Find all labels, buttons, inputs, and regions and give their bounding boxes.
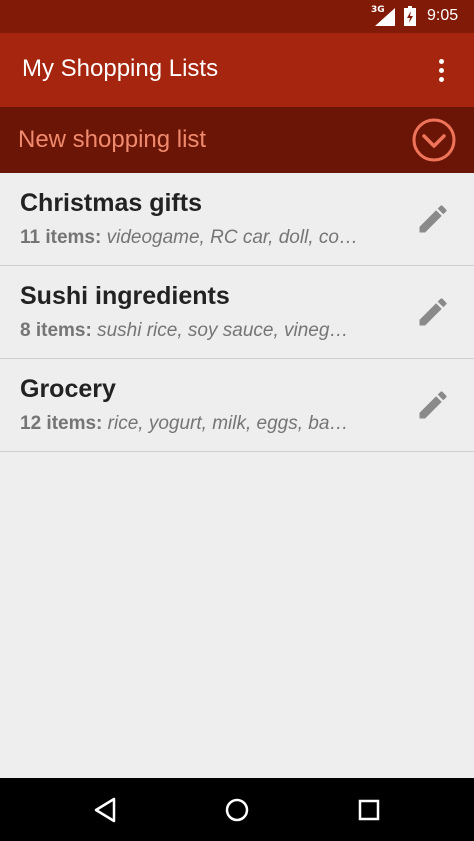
- list-summary: 8 items: sushi rice, soy sauce, vineg…: [20, 320, 375, 342]
- check-circle-icon[interactable]: [411, 117, 457, 163]
- item-preview: sushi rice, soy sauce, vineg…: [97, 320, 349, 341]
- list-item[interactable]: Christmas gifts 11 items: videogame, RC …: [0, 173, 474, 266]
- status-time: 9:05: [427, 7, 459, 24]
- item-count: 12 items:: [20, 413, 103, 434]
- pencil-icon[interactable]: [415, 201, 451, 237]
- list-name: Sushi ingredients: [20, 282, 230, 310]
- home-circle-icon[interactable]: [221, 794, 253, 826]
- item-count: 8 items:: [20, 320, 92, 341]
- navigation-bar: [0, 778, 474, 841]
- more-vert-icon-dot: [439, 77, 444, 82]
- new-list-bar: [0, 107, 474, 173]
- page-title: My Shopping Lists: [22, 55, 219, 82]
- overflow-menu-button[interactable]: [428, 54, 456, 88]
- list-name: Christmas gifts: [20, 189, 202, 217]
- shopping-list-list: Christmas gifts 11 items: videogame, RC …: [0, 173, 474, 452]
- recents-square-icon[interactable]: [353, 794, 385, 826]
- list-summary: 12 items: rice, yogurt, milk, eggs, ba…: [20, 413, 375, 435]
- list-name: Grocery: [20, 375, 116, 403]
- more-vert-icon: [439, 59, 444, 64]
- back-triangle-icon[interactable]: [90, 794, 122, 826]
- pencil-icon[interactable]: [415, 387, 451, 423]
- list-summary: 11 items: videogame, RC car, doll, co…: [20, 227, 375, 249]
- item-count: 11 items:: [20, 227, 102, 248]
- status-bar: 3G 9:05: [0, 0, 474, 33]
- new-list-input[interactable]: [18, 121, 388, 159]
- screen: 3G 9:05 My Shopping Lists Christmas gift…: [0, 0, 474, 841]
- battery-charging-icon: [404, 6, 416, 26]
- item-preview: videogame, RC car, doll, co…: [106, 227, 358, 248]
- item-preview: rice, yogurt, milk, eggs, ba…: [107, 413, 349, 434]
- signal-icon: [375, 8, 395, 26]
- list-item[interactable]: Grocery 12 items: rice, yogurt, milk, eg…: [0, 359, 474, 452]
- pencil-icon[interactable]: [415, 294, 451, 330]
- more-vert-icon-dot: [439, 68, 444, 73]
- list-item[interactable]: Sushi ingredients 8 items: sushi rice, s…: [0, 266, 474, 359]
- app-bar: My Shopping Lists: [0, 33, 474, 107]
